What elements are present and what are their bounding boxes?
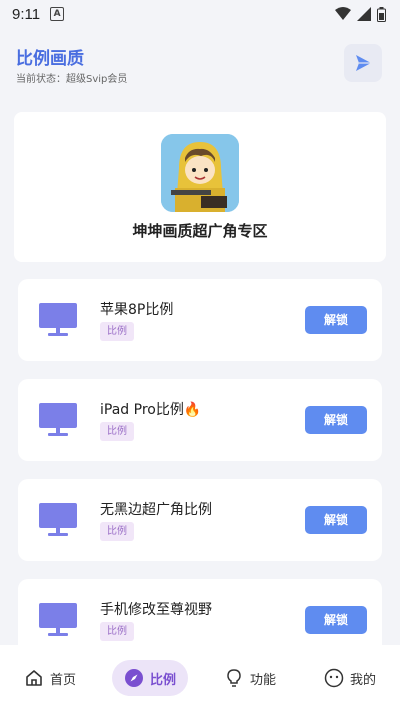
ratio-card-iphone8p: 苹果8P比例 比例 解锁 [18,279,382,361]
nav-ratio[interactable]: 比例 [111,660,188,696]
battery-icon [377,6,386,22]
ratio-tag: 比例 [100,322,134,341]
signal-icon [357,7,371,21]
monitor-icon [39,403,77,436]
ratio-name: 无黑边超广角比例 [100,502,212,518]
nav-features[interactable]: 功能 [212,660,288,696]
character-avatar [161,134,239,212]
compass-icon [124,669,143,687]
ratio-tag: 比例 [100,422,134,441]
monitor-icon [39,503,77,536]
wifi-icon [335,7,351,20]
unlock-button[interactable]: 解锁 [305,606,367,634]
nav-label: 比例 [149,672,176,688]
unlock-button[interactable]: 解锁 [305,506,367,534]
nav-label: 首页 [49,672,76,688]
ratio-name: iPad Pro比例🔥 [100,402,202,418]
hero-card: 坤坤画质超广角专区 [14,112,386,262]
nav-label: 我的 [349,672,376,688]
page-title: 比例画质 [16,49,84,69]
ratio-name: 手机修改至尊视野 [100,602,212,618]
membership-status: 当前状态：超级Svip会员 [16,74,128,85]
monitor-icon [39,603,77,636]
face-icon [324,668,344,688]
ratio-tag: 比例 [100,522,134,541]
ratio-tag: 比例 [100,622,134,641]
home-icon [26,670,42,686]
play-button[interactable] [344,44,382,82]
ratio-name: 苹果8P比例 [100,302,174,318]
monitor-icon [39,303,77,336]
ratio-card-ipad-pro: iPad Pro比例🔥 比例 解锁 [18,379,382,461]
unlock-button[interactable]: 解锁 [305,406,367,434]
status-bar: 9:11 A [0,0,400,28]
unlock-button[interactable]: 解锁 [305,306,367,334]
nav-label: 功能 [249,672,276,688]
bulb-icon [227,669,241,687]
ratio-card-no-black-border: 无黑边超广角比例 比例 解锁 [18,479,382,561]
bottom-nav: 首页 比例 功能 我的 [0,645,400,711]
nav-home[interactable]: 首页 [12,660,88,696]
nav-profile[interactable]: 我的 [312,660,388,696]
app-header: 比例画质 当前状态：超级Svip会员 [0,28,400,100]
status-time: 9:11 [12,5,41,23]
app-notification-icon: A [50,7,65,21]
send-icon [356,55,371,71]
hero-title: 坤坤画质超广角专区 [132,222,268,240]
